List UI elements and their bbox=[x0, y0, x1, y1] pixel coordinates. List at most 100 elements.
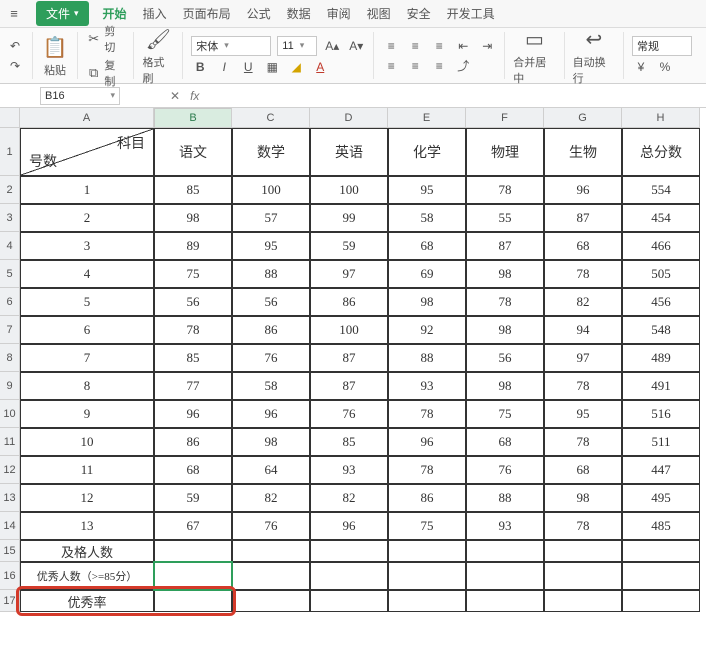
data-cell-r11-c2[interactable]: 85 bbox=[310, 428, 388, 456]
data-cell-r13-c0[interactable]: 59 bbox=[154, 484, 232, 512]
indent-increase-icon[interactable]: ⇥ bbox=[478, 37, 496, 55]
column-header-B[interactable]: B bbox=[154, 108, 232, 128]
pass-count-cell-3[interactable] bbox=[388, 540, 466, 562]
data-cell-r8-c4[interactable]: 56 bbox=[466, 344, 544, 372]
row-header-5[interactable]: 5 bbox=[0, 260, 20, 288]
id-cell-6[interactable]: 6 bbox=[20, 316, 154, 344]
excellent-rate-cell-6[interactable] bbox=[622, 590, 700, 612]
id-cell-12[interactable]: 12 bbox=[20, 484, 154, 512]
data-cell-r11-c5[interactable]: 78 bbox=[544, 428, 622, 456]
percent-icon[interactable]: % bbox=[656, 58, 674, 76]
row-header-12[interactable]: 12 bbox=[0, 456, 20, 484]
data-cell-r11-c6[interactable]: 511 bbox=[622, 428, 700, 456]
column-header-C[interactable]: C bbox=[232, 108, 310, 128]
align-left-icon[interactable]: ≡ bbox=[382, 57, 400, 75]
data-cell-r11-c0[interactable]: 86 bbox=[154, 428, 232, 456]
data-cell-r5-c1[interactable]: 88 bbox=[232, 260, 310, 288]
data-cell-r6-c4[interactable]: 78 bbox=[466, 288, 544, 316]
merge-center-button[interactable]: ▭ 合并居中 bbox=[513, 25, 555, 86]
data-cell-r10-c0[interactable]: 96 bbox=[154, 400, 232, 428]
ribbon-tab-7[interactable]: 安全 bbox=[407, 5, 431, 22]
data-cell-r12-c4[interactable]: 76 bbox=[466, 456, 544, 484]
spreadsheet-grid[interactable]: ABCDEFGH1科目号数语文数学英语化学物理生物总分数218510010095… bbox=[0, 108, 706, 612]
data-cell-r3-c1[interactable]: 57 bbox=[232, 204, 310, 232]
undo-icon[interactable]: ↶ bbox=[6, 37, 24, 55]
excellent-count-cell-2[interactable] bbox=[388, 562, 466, 590]
increase-font-icon[interactable]: A▴ bbox=[323, 37, 341, 55]
ribbon-tab-4[interactable]: 数据 bbox=[287, 5, 311, 22]
row-header-2[interactable]: 2 bbox=[0, 176, 20, 204]
italic-icon[interactable]: I bbox=[215, 58, 233, 76]
row-header-17[interactable]: 17 bbox=[0, 590, 20, 612]
data-cell-r5-c6[interactable]: 505 bbox=[622, 260, 700, 288]
excellent-count-cell-0[interactable] bbox=[232, 562, 310, 590]
column-header-H[interactable]: H bbox=[622, 108, 700, 128]
orientation-icon[interactable]: ⤴ bbox=[454, 57, 472, 75]
data-cell-r14-c4[interactable]: 93 bbox=[466, 512, 544, 540]
excellent-rate-cell-0[interactable] bbox=[154, 590, 232, 612]
align-center-icon[interactable]: ≡ bbox=[406, 57, 424, 75]
decrease-font-icon[interactable]: A▾ bbox=[347, 37, 365, 55]
data-cell-r14-c6[interactable]: 485 bbox=[622, 512, 700, 540]
data-cell-r2-c3[interactable]: 95 bbox=[388, 176, 466, 204]
data-cell-r10-c5[interactable]: 95 bbox=[544, 400, 622, 428]
data-cell-r13-c1[interactable]: 82 bbox=[232, 484, 310, 512]
id-cell-3[interactable]: 3 bbox=[20, 232, 154, 260]
fill-color-icon[interactable]: ◢ bbox=[287, 58, 305, 76]
data-cell-r8-c1[interactable]: 76 bbox=[232, 344, 310, 372]
data-cell-r4-c2[interactable]: 59 bbox=[310, 232, 388, 260]
format-painter-button[interactable]: 🖌 格式刷 bbox=[142, 25, 174, 86]
ribbon-tab-8[interactable]: 开发工具 bbox=[447, 5, 495, 22]
pass-count-cell-6[interactable] bbox=[622, 540, 700, 562]
data-cell-r12-c3[interactable]: 78 bbox=[388, 456, 466, 484]
row-header-4[interactable]: 4 bbox=[0, 232, 20, 260]
data-cell-r5-c0[interactable]: 75 bbox=[154, 260, 232, 288]
data-cell-r2-c0[interactable]: 85 bbox=[154, 176, 232, 204]
id-cell-5[interactable]: 5 bbox=[20, 288, 154, 316]
data-cell-r2-c5[interactable]: 96 bbox=[544, 176, 622, 204]
data-cell-r8-c2[interactable]: 87 bbox=[310, 344, 388, 372]
excellent-rate-cell-2[interactable] bbox=[310, 590, 388, 612]
data-cell-r6-c3[interactable]: 98 bbox=[388, 288, 466, 316]
row-header-14[interactable]: 14 bbox=[0, 512, 20, 540]
excellent-count-cell-5[interactable] bbox=[622, 562, 700, 590]
data-cell-r6-c1[interactable]: 56 bbox=[232, 288, 310, 316]
data-cell-r11-c1[interactable]: 98 bbox=[232, 428, 310, 456]
pass-count-cell-2[interactable] bbox=[310, 540, 388, 562]
cancel-icon[interactable]: ✕ bbox=[170, 89, 180, 103]
data-cell-r7-c5[interactable]: 94 bbox=[544, 316, 622, 344]
data-cell-r3-c6[interactable]: 454 bbox=[622, 204, 700, 232]
data-cell-r6-c5[interactable]: 82 bbox=[544, 288, 622, 316]
data-cell-r9-c4[interactable]: 98 bbox=[466, 372, 544, 400]
data-cell-r2-c4[interactable]: 78 bbox=[466, 176, 544, 204]
ribbon-tab-3[interactable]: 公式 bbox=[247, 5, 271, 22]
data-cell-r11-c3[interactable]: 96 bbox=[388, 428, 466, 456]
align-middle-icon[interactable]: ≡ bbox=[406, 37, 424, 55]
row-header-3[interactable]: 3 bbox=[0, 204, 20, 232]
data-cell-r5-c2[interactable]: 97 bbox=[310, 260, 388, 288]
id-cell-10[interactable]: 10 bbox=[20, 428, 154, 456]
file-menu-icon[interactable]: ≡ bbox=[6, 6, 22, 22]
id-cell-11[interactable]: 11 bbox=[20, 456, 154, 484]
row-header-10[interactable]: 10 bbox=[0, 400, 20, 428]
data-cell-r12-c2[interactable]: 93 bbox=[310, 456, 388, 484]
id-cell-13[interactable]: 13 bbox=[20, 512, 154, 540]
data-cell-r12-c6[interactable]: 447 bbox=[622, 456, 700, 484]
data-cell-r9-c2[interactable]: 87 bbox=[310, 372, 388, 400]
align-bottom-icon[interactable]: ≡ bbox=[430, 37, 448, 55]
row-header-16[interactable]: 16 bbox=[0, 562, 20, 590]
data-cell-r9-c1[interactable]: 58 bbox=[232, 372, 310, 400]
name-box[interactable]: B16 ▾ bbox=[40, 87, 120, 105]
selected-cell-b16[interactable] bbox=[154, 562, 232, 590]
data-cell-r7-c1[interactable]: 86 bbox=[232, 316, 310, 344]
data-cell-r7-c6[interactable]: 548 bbox=[622, 316, 700, 344]
excellent-rate-cell-3[interactable] bbox=[388, 590, 466, 612]
row-header-15[interactable]: 15 bbox=[0, 540, 20, 562]
paste-button[interactable]: 📋 粘贴 bbox=[41, 33, 69, 78]
id-cell-8[interactable]: 8 bbox=[20, 372, 154, 400]
ribbon-tab-0[interactable]: 开始 bbox=[103, 5, 127, 22]
data-cell-r5-c4[interactable]: 98 bbox=[466, 260, 544, 288]
cut-button[interactable]: ✂剪切 bbox=[86, 23, 125, 55]
data-cell-r12-c1[interactable]: 64 bbox=[232, 456, 310, 484]
data-cell-r4-c3[interactable]: 68 bbox=[388, 232, 466, 260]
